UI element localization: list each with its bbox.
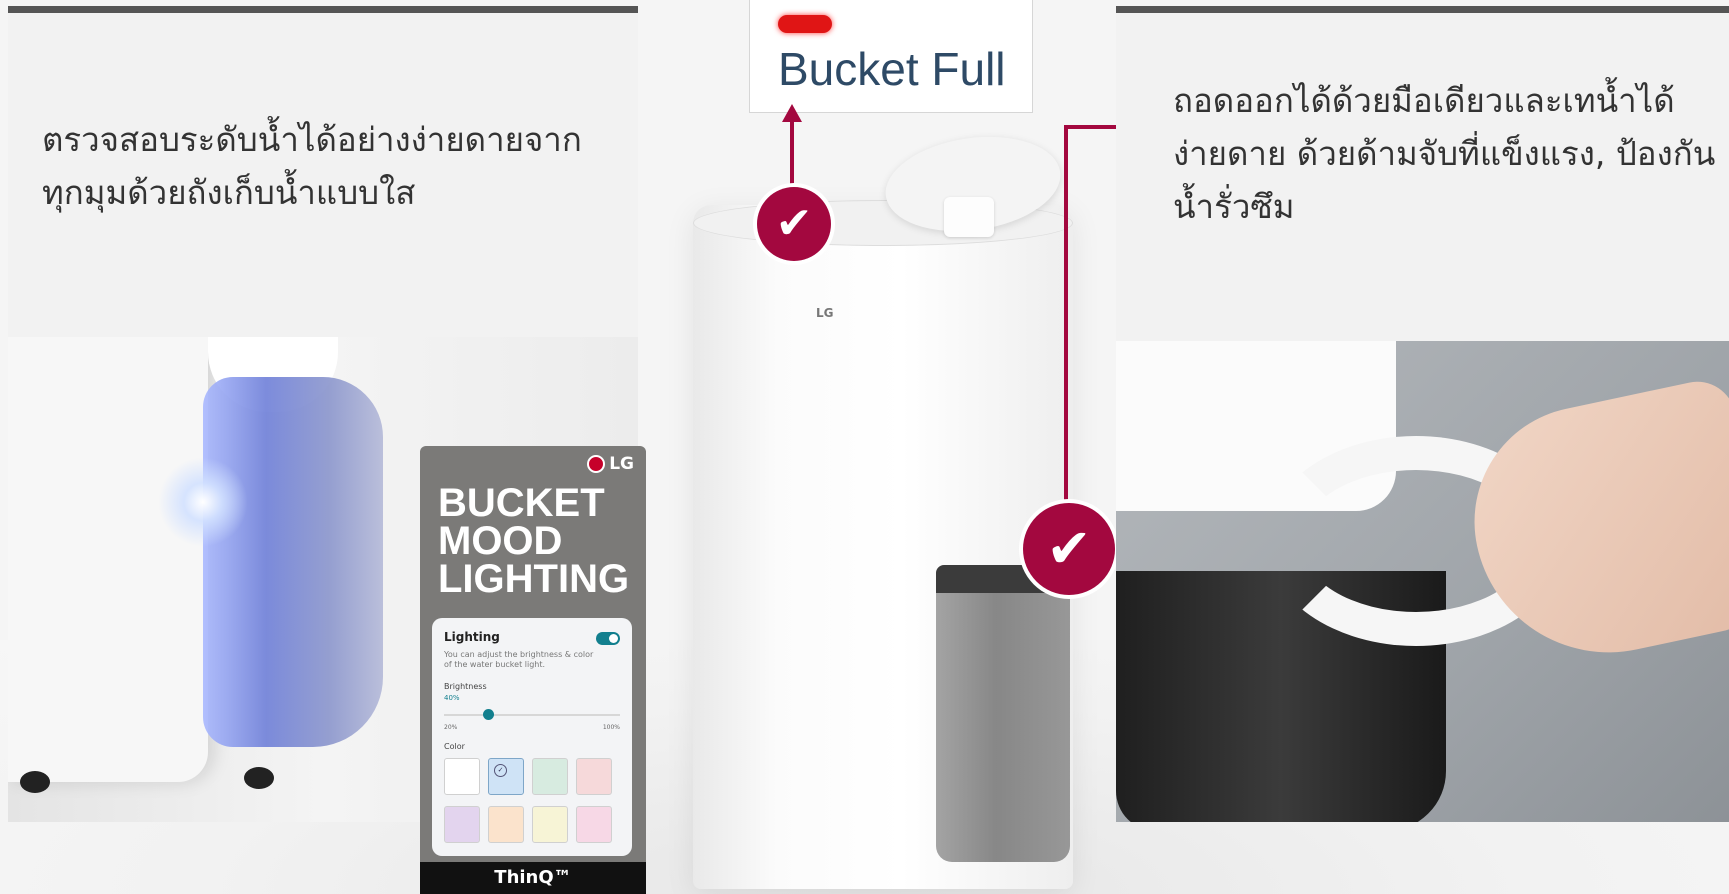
selected-check-icon: ✓ [494, 764, 507, 777]
color-label: Color [444, 742, 465, 751]
lighting-settings-screen: Lighting You can adjust the brightness &… [432, 618, 632, 856]
caption-line: ง่ายดาย ด้วยด้ามจับที่แข็งแรง, ป้องกัน [1173, 134, 1716, 173]
color-swatch[interactable] [576, 758, 612, 795]
caster-wheel [244, 767, 274, 789]
caption-line: ทุกมุมด้วยถังเก็บน้ำแบบใส [42, 173, 416, 212]
removable-bucket-photo [1116, 341, 1729, 822]
connector-line [1064, 125, 1068, 515]
panel-top-bar [1116, 6, 1729, 13]
water-bucket [936, 566, 1070, 862]
hand [1453, 374, 1729, 678]
check-circle-icon: ✔ [757, 187, 831, 261]
card-title-line: BUCKET [438, 481, 605, 525]
lighting-toggle[interactable] [596, 632, 620, 645]
feature-caption: ตรวจสอบระดับน้ำได้อย่างง่ายดายจาก ทุกมุม… [42, 113, 632, 219]
brightness-label: Brightness [444, 682, 487, 691]
brightness-min-label: 20% [444, 724, 458, 731]
brightness-slider-track[interactable] [444, 714, 620, 716]
bucket-full-text: Bucket Full [778, 43, 1006, 95]
lighting-setting-title: Lighting [444, 630, 500, 644]
card-title: BUCKET MOOD LIGHTING [438, 481, 630, 601]
color-swatch[interactable] [576, 806, 612, 843]
feature-caption: ถอดออกได้ด้วยมือเดียวและเทน้ำได้ ง่ายดาย… [1173, 74, 1729, 233]
lid-handle [944, 197, 994, 237]
thinq-footer: ThinQ™ [420, 862, 646, 894]
dehumidifier-body [8, 337, 208, 782]
check-circle-icon: ✔ [1023, 503, 1115, 595]
illuminated-water-tank [203, 377, 383, 747]
caption-line: ถอดออกได้ด้วยมือเดียวและเทน้ำได้ [1173, 81, 1675, 120]
color-swatch-selected[interactable]: ✓ [488, 758, 524, 795]
panel-top-bar [8, 6, 638, 13]
bucket-full-led [778, 15, 832, 33]
product-brand-mark: LG [816, 306, 834, 320]
color-swatch[interactable] [532, 758, 568, 795]
color-swatch[interactable] [532, 806, 568, 843]
caption-line: ตรวจสอบระดับน้ำได้อย่างง่ายดายจาก [42, 120, 582, 159]
caption-line: น้ำรั่วซึม [1173, 187, 1295, 226]
removable-bucket-feature-panel: ถอดออกได้ด้วยมือเดียวและเทน้ำได้ ง่ายดาย… [1116, 6, 1729, 822]
bucket-full-indicator: Bucket Full [749, 0, 1033, 113]
brightness-value: 40% [444, 694, 460, 702]
caster-wheel [20, 771, 50, 793]
color-swatch[interactable] [444, 758, 480, 795]
arrow-up-icon [782, 104, 802, 122]
tank-light-glow [158, 457, 248, 547]
brightness-slider-handle[interactable] [483, 709, 494, 720]
color-swatch[interactable] [488, 806, 524, 843]
lighting-description: You can adjust the brightness & color of… [444, 650, 594, 669]
lg-logo-icon [587, 455, 606, 473]
bucket-mood-lighting-card: LG BUCKET MOOD LIGHTING Lighting You can… [420, 446, 646, 894]
lg-logo-text: LG [609, 454, 634, 474]
lg-logo: LG [587, 454, 634, 474]
connector-line [790, 118, 794, 198]
card-title-line: MOOD [438, 519, 563, 563]
card-title-line: LIGHTING [438, 557, 630, 601]
brightness-max-label: 100% [602, 724, 620, 731]
color-swatch[interactable] [444, 806, 480, 843]
